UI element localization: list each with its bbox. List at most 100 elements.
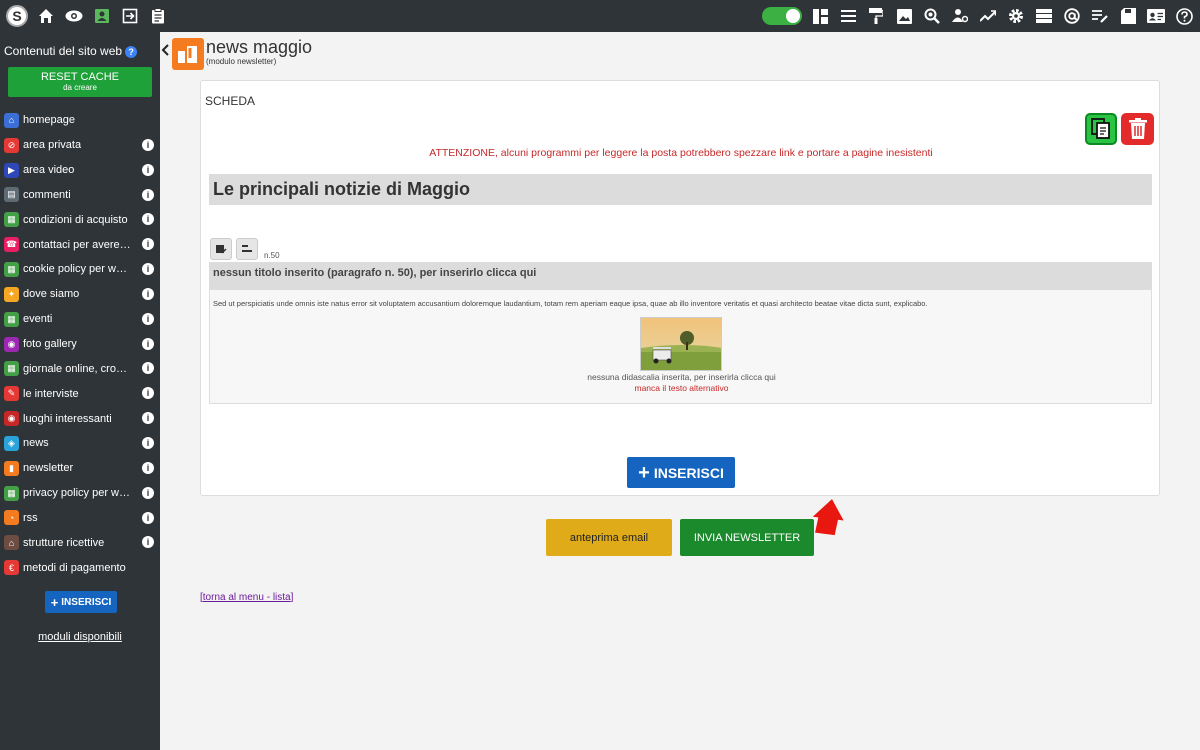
page-title: news maggio bbox=[206, 37, 313, 57]
back-to-list-link[interactable]: [torna al menu - lista] bbox=[200, 592, 293, 603]
sidebar-item-news[interactable]: ◈ news i bbox=[0, 431, 160, 456]
paragraph-title[interactable]: nessun titolo inserito (paragrafo n. 50)… bbox=[210, 263, 1151, 290]
info-icon[interactable]: i bbox=[142, 337, 154, 350]
logo-s-icon[interactable]: S bbox=[6, 5, 28, 27]
sidebar-item-commenti[interactable]: ▤ commenti i bbox=[0, 183, 160, 208]
sidebar-item-label: newsletter bbox=[23, 462, 74, 475]
info-icon[interactable]: i bbox=[142, 138, 154, 151]
trash-icon bbox=[1128, 118, 1147, 139]
sidebar-item-foto-gallery[interactable]: ◉ foto gallery i bbox=[0, 332, 160, 357]
home-icon[interactable] bbox=[36, 6, 56, 26]
info-icon[interactable]: i bbox=[142, 188, 154, 201]
at-icon[interactable] bbox=[1062, 6, 1082, 26]
sidebar-item-label: eventi bbox=[23, 313, 53, 326]
reset-cache-label: RESET CACHE bbox=[40, 71, 120, 83]
sidebar-item-homepage[interactable]: ⌂ homepage bbox=[0, 108, 160, 133]
block-icon: ⊘ bbox=[4, 137, 19, 153]
reset-cache-sublabel: da creare bbox=[63, 83, 97, 92]
sidebar-item-rss[interactable]: ◔ rss i bbox=[0, 506, 160, 531]
logout-icon[interactable] bbox=[120, 6, 140, 26]
red-arrow-icon bbox=[812, 499, 844, 536]
image-icon[interactable] bbox=[894, 6, 914, 26]
info-icon[interactable]: i bbox=[142, 163, 154, 176]
back-to-list-link-text[interactable]: torna al menu - lista bbox=[203, 592, 291, 603]
preview-toggle[interactable] bbox=[762, 7, 802, 25]
sidebar-item-label: metodi di pagamento bbox=[23, 561, 126, 574]
sidebar-item-strutture-ricettive[interactable]: ⌂ strutture ricettive i bbox=[0, 530, 160, 555]
info-icon[interactable]: i bbox=[142, 412, 154, 425]
info-icon[interactable]: i bbox=[142, 511, 154, 524]
paragraph-layout-button[interactable] bbox=[236, 238, 258, 260]
home-icon: ⌂ bbox=[4, 112, 19, 128]
sidebar-item-privacy-policy-per-ww[interactable]: ▦ privacy policy per ww... i bbox=[0, 481, 160, 506]
info-icon[interactable]: i bbox=[142, 486, 154, 499]
sidebar-item-label: strutture ricettive bbox=[23, 536, 105, 549]
info-icon[interactable]: i bbox=[142, 287, 154, 300]
clipboard-icon[interactable] bbox=[148, 6, 168, 26]
sidebar-item-cookie-policy-per-ww[interactable]: ▦ cookie policy per ww... i bbox=[0, 257, 160, 282]
comment-icon: ▤ bbox=[4, 187, 19, 203]
info-icon[interactable]: i bbox=[142, 238, 154, 251]
eye-icon[interactable] bbox=[64, 6, 84, 26]
database-icon[interactable] bbox=[1034, 6, 1054, 26]
map-icon: ✦ bbox=[4, 286, 19, 302]
sidebar-item-le-interviste[interactable]: ✎ le interviste i bbox=[0, 381, 160, 406]
email-preview-button[interactable]: anteprima email bbox=[546, 519, 672, 556]
sidebar-item-condizioni-di-acquisto[interactable]: ▦ condizioni di acquisto i bbox=[0, 207, 160, 232]
save-icon[interactable] bbox=[1118, 6, 1138, 26]
newsletter-headline[interactable]: Le principali notizie di Maggio bbox=[209, 174, 1152, 205]
missing-alt-text-warning: manca il testo alternativo bbox=[634, 383, 729, 393]
sidebar-insert-button[interactable]: + INSERISCI bbox=[45, 591, 117, 613]
sidebar-item-label: commenti bbox=[23, 188, 71, 201]
sidebar-title: Contenuti del sito web? bbox=[4, 44, 138, 58]
trend-icon[interactable] bbox=[978, 6, 998, 26]
insert-paragraph-button[interactable]: + INSERISCI bbox=[627, 457, 735, 488]
calendar-icon: ▦ bbox=[4, 311, 19, 327]
sidebar-item-label: condizioni di acquisto bbox=[23, 213, 128, 226]
reset-cache-button[interactable]: RESET CACHE da creare bbox=[8, 67, 152, 97]
document-icon: ▦ bbox=[4, 485, 19, 501]
sidebar-item-area-privata[interactable]: ⊘ area privata i bbox=[0, 133, 160, 158]
info-icon[interactable]: i bbox=[142, 312, 154, 325]
sidebar-item-eventi[interactable]: ▦ eventi i bbox=[0, 307, 160, 332]
sidebar-item-luoghi-interessanti[interactable]: ◉ luoghi interessanti i bbox=[0, 406, 160, 431]
sidebar-item-dove-siamo[interactable]: ✦ dove siamo i bbox=[0, 282, 160, 307]
id-card-icon[interactable] bbox=[1146, 6, 1166, 26]
help-icon[interactable] bbox=[1174, 6, 1194, 26]
video-icon: ▶ bbox=[4, 162, 19, 178]
gear-icon[interactable] bbox=[1006, 6, 1026, 26]
paragraph-image-button[interactable] bbox=[210, 238, 232, 260]
sidebar-item-giornale-online-crona[interactable]: ▦ giornale online, crona... i bbox=[0, 356, 160, 381]
moduli-disponibili-link[interactable]: moduli disponibili bbox=[0, 631, 160, 643]
sidebar-item-metodi-di-pagamento[interactable]: € metodi di pagamento bbox=[0, 555, 160, 580]
sidebar-item-contattaci-per-avere[interactable]: ☎ contattaci per avere ... i bbox=[0, 232, 160, 257]
search-settings-icon[interactable] bbox=[922, 6, 942, 26]
paragraph-block[interactable]: nessun titolo inserito (paragrafo n. 50)… bbox=[209, 262, 1152, 404]
info-icon[interactable]: i bbox=[142, 213, 154, 226]
info-icon[interactable]: i bbox=[142, 263, 154, 276]
copy-button[interactable] bbox=[1085, 113, 1117, 145]
image-caption[interactable]: nessuna didascalia inserita, per inserir… bbox=[210, 372, 1153, 382]
dashboard-icon[interactable] bbox=[810, 6, 830, 26]
info-icon[interactable]: i bbox=[142, 536, 154, 549]
contact-card-icon[interactable] bbox=[92, 6, 112, 26]
paragraph-image[interactable] bbox=[640, 317, 722, 371]
edit-list-icon[interactable] bbox=[1090, 6, 1110, 26]
users-settings-icon[interactable] bbox=[950, 6, 970, 26]
delete-button[interactable] bbox=[1121, 113, 1154, 145]
paint-roller-icon[interactable] bbox=[866, 6, 886, 26]
info-icon[interactable]: i bbox=[142, 461, 154, 474]
info-icon[interactable]: i bbox=[142, 362, 154, 375]
sidebar-item-area-video[interactable]: ▶ area video i bbox=[0, 158, 160, 183]
newsletter-module-icon bbox=[172, 38, 204, 70]
newsletter-card: SCHEDA ATTENZIONE, alcuni programmi per … bbox=[200, 80, 1160, 496]
sidebar-help-icon[interactable]: ? bbox=[125, 46, 138, 58]
info-icon[interactable]: i bbox=[142, 436, 154, 449]
info-icon[interactable]: i bbox=[142, 387, 154, 400]
menu-icon[interactable] bbox=[838, 6, 858, 26]
phone-icon: ☎ bbox=[4, 237, 19, 253]
collapse-sidebar-icon[interactable] bbox=[161, 44, 169, 59]
send-newsletter-button[interactable]: INVIA NEWSLETTER bbox=[680, 519, 814, 556]
sidebar-item-label: area privata bbox=[23, 139, 82, 152]
sidebar-item-newsletter[interactable]: ▮ newsletter i bbox=[0, 456, 160, 481]
